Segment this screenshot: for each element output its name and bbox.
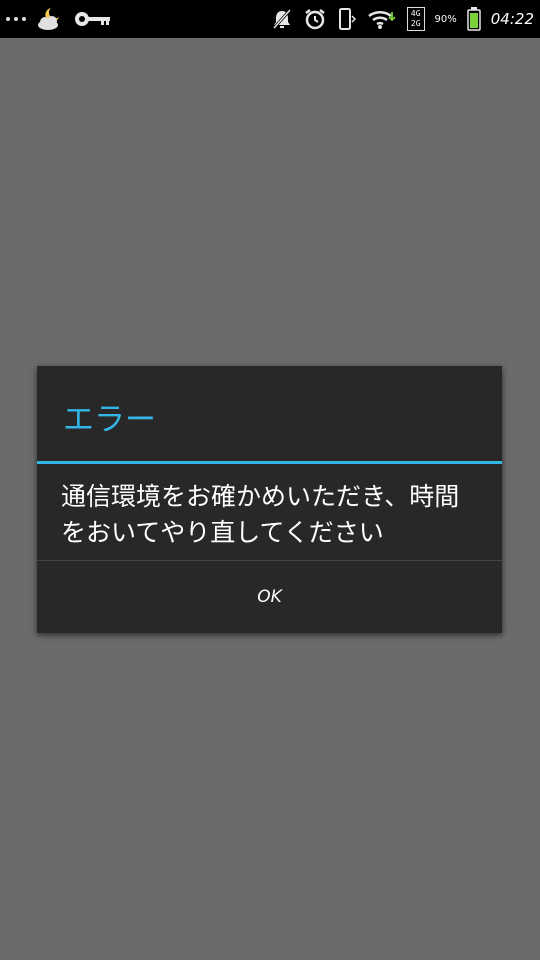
status-clock: 04:22 xyxy=(490,10,534,28)
network-indicator: 4G 2G xyxy=(406,7,425,31)
dialog-message: 通信環境をお確かめいただき、時間をおいてやり直してください xyxy=(61,482,460,547)
dialog-title: エラー xyxy=(63,402,156,438)
weather-moon-cloud-icon xyxy=(36,6,64,32)
title-divider xyxy=(37,461,502,464)
battery-icon xyxy=(467,7,481,31)
status-bar-left xyxy=(6,0,112,38)
notifications-muted-icon xyxy=(271,8,293,30)
alarm-clock-icon xyxy=(303,7,327,31)
more-dots-icon xyxy=(6,17,26,21)
network-type-bottom: 2G xyxy=(410,19,421,28)
wifi-icon xyxy=(367,8,397,30)
battery-percent: 90% xyxy=(434,13,457,25)
key-icon xyxy=(74,9,112,29)
network-type-top: 4G xyxy=(410,9,421,18)
status-bar-right: 4G 2G 90% 04:22 xyxy=(271,0,534,38)
status-bar: 4G 2G 90% 04:22 xyxy=(0,0,540,38)
ok-button[interactable]: OK xyxy=(37,561,502,633)
error-dialog: エラー 通信環境をお確かめいただき、時間をおいてやり直してください OK xyxy=(37,366,502,633)
phone-vibrate-icon xyxy=(337,7,357,31)
